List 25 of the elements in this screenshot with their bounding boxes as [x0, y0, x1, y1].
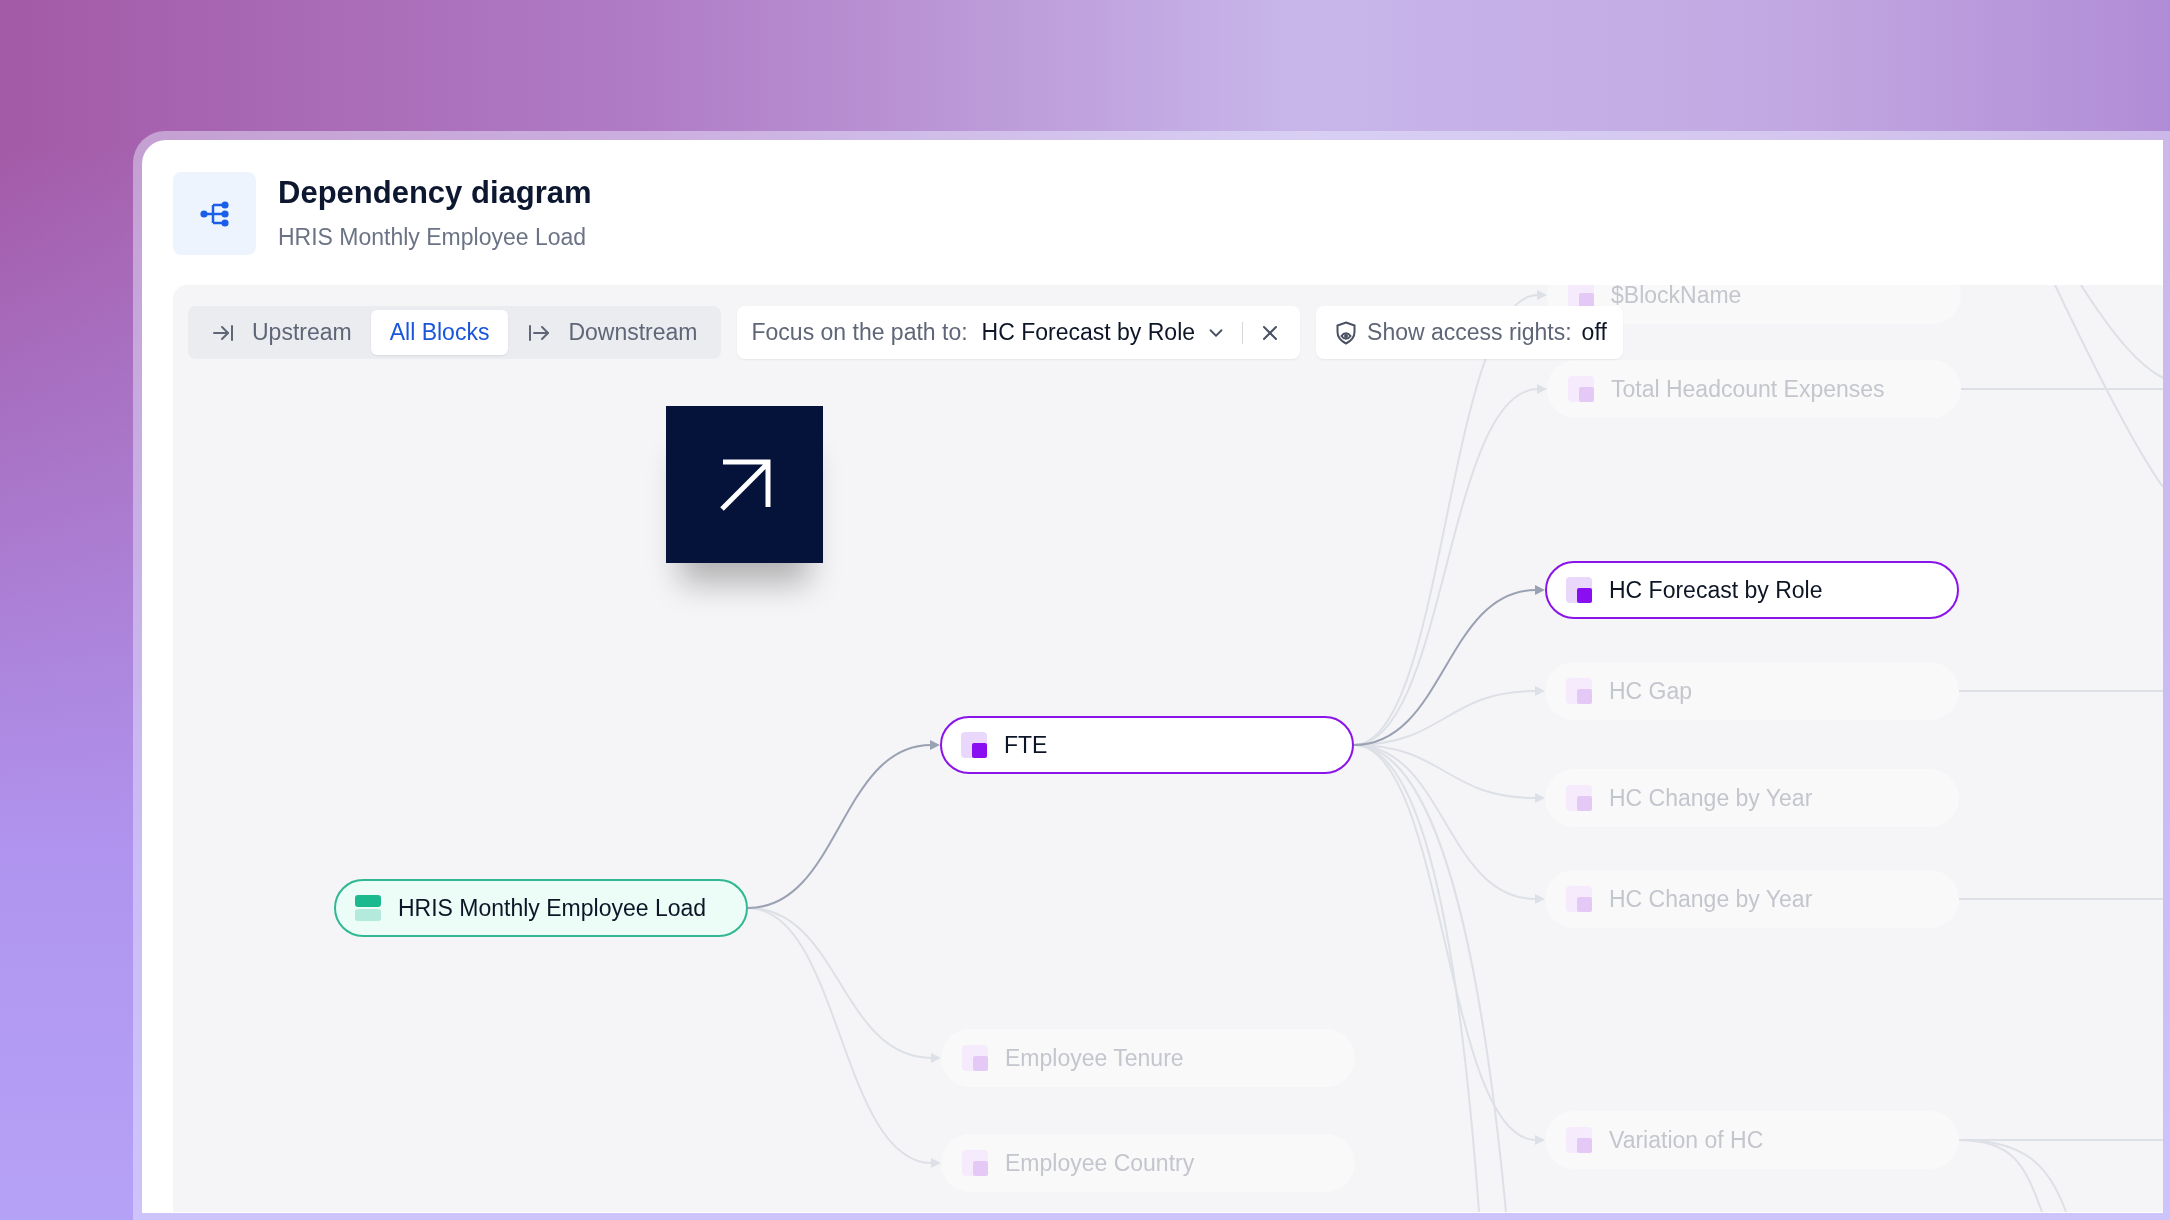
block-icon: [1568, 376, 1594, 402]
path-select[interactable]: HC Forecast by Role: [981, 315, 1228, 350]
block-icon: [1568, 285, 1594, 308]
access-rights-toggle[interactable]: Show access rights: off: [1316, 306, 1623, 359]
block-icon: [1566, 1127, 1592, 1153]
diagram-node[interactable]: HC Forecast by Role: [1545, 561, 1959, 619]
block-icon: [1566, 678, 1592, 704]
block-icon: [1566, 785, 1592, 811]
shield-eye-icon: [1335, 320, 1358, 345]
direction-tab[interactable]: Upstream: [192, 310, 371, 355]
page-title: Dependency diagram: [278, 175, 592, 211]
page-subtitle: HRIS Monthly Employee Load: [278, 223, 588, 252]
direction-tab[interactable]: All Blocks: [370, 310, 509, 355]
direction-tab[interactable]: Downstream: [508, 310, 717, 355]
block-icon: [962, 1150, 988, 1176]
block-icon: [1566, 577, 1592, 603]
tree-diagram-icon: [173, 172, 256, 255]
field-label: Focus on the path to:: [751, 318, 968, 348]
table-icon: [355, 895, 381, 921]
block-icon: [961, 732, 987, 758]
block-icon: [1566, 886, 1592, 912]
arrow-up-right-icon: [666, 406, 823, 563]
block-icon: [962, 1045, 988, 1071]
diagram-node[interactable]: FTE: [940, 716, 1354, 774]
diagram-node[interactable]: HRIS Monthly Employee Load: [334, 879, 748, 937]
